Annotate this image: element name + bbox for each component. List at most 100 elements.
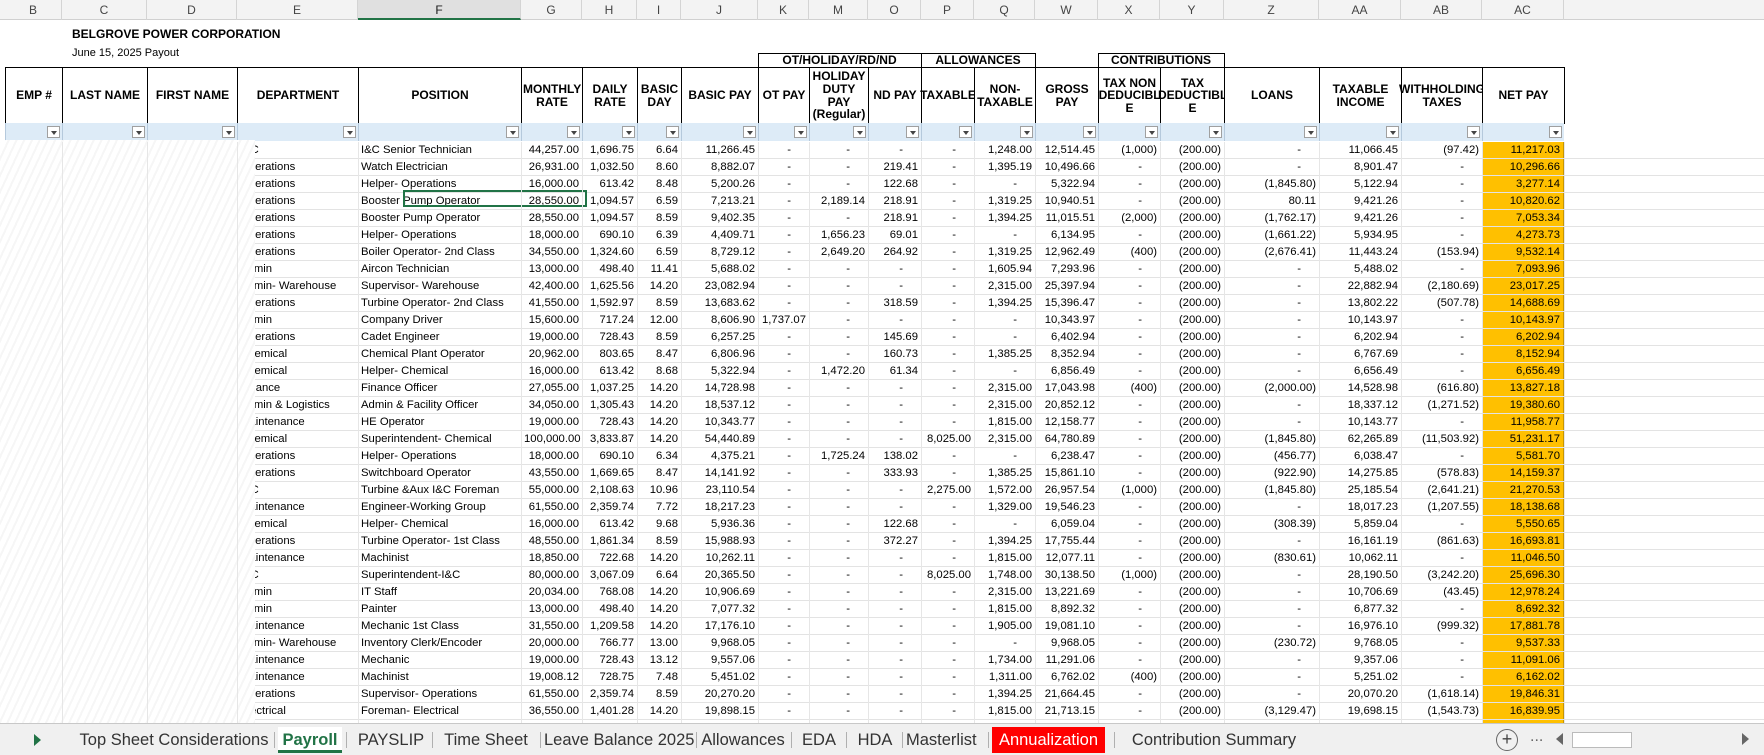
table-cell[interactable]: (308.39) xyxy=(1224,516,1319,532)
table-cell[interactable]: 10.96 xyxy=(637,482,681,498)
table-cell[interactable]: 2,108.63 xyxy=(582,482,637,498)
table-cell[interactable]: - xyxy=(758,550,809,566)
table-cell[interactable]: (400) xyxy=(1098,380,1160,396)
filter-dropdown-icon[interactable] xyxy=(506,126,519,138)
table-cell[interactable]: - xyxy=(1224,533,1319,549)
table-cell[interactable]: 5,581.70 xyxy=(1482,448,1564,464)
table-cell[interactable]: 6,238.47 xyxy=(1035,448,1098,464)
table-cell[interactable]: 9.68 xyxy=(637,516,681,532)
table-cell[interactable]: - xyxy=(809,380,868,396)
table-cell[interactable]: - xyxy=(1224,652,1319,668)
column-letter[interactable]: J xyxy=(681,0,758,20)
table-cell[interactable]: (1,845.80) xyxy=(1224,482,1319,498)
table-cell[interactable]: 80,000.00 xyxy=(521,567,582,583)
table-cell[interactable]: - xyxy=(758,329,809,345)
table-cell[interactable]: (200.00) xyxy=(1160,533,1224,549)
table-cell[interactable]: 6,257.25 xyxy=(681,329,758,345)
table-cell[interactable]: - xyxy=(974,176,1035,192)
table-cell[interactable]: 26,957.54 xyxy=(1035,482,1098,498)
table-cell[interactable]: 1,669.65 xyxy=(582,465,637,481)
table-cell[interactable]: - xyxy=(868,312,921,328)
table-cell[interactable]: 61,550.00 xyxy=(521,499,582,515)
table-cell[interactable]: 28,550.00 xyxy=(521,193,582,209)
table-cell[interactable]: - xyxy=(1098,278,1160,294)
table-cell[interactable]: 14.20 xyxy=(637,601,681,617)
table-cell[interactable]: 1,401.28 xyxy=(582,703,637,719)
table-cell[interactable]: - xyxy=(809,499,868,515)
table-cell[interactable]: (1,845.80) xyxy=(1224,176,1319,192)
table-cell[interactable]: 13,827.18 xyxy=(1482,380,1564,396)
table-cell[interactable]: Turbine &Aux I&C Foreman xyxy=(358,482,521,498)
table-cell[interactable]: (200.00) xyxy=(1160,584,1224,600)
table-cell[interactable]: 7.72 xyxy=(637,499,681,515)
table-cell[interactable]: Helper- Operations xyxy=(358,448,521,464)
table-cell[interactable]: 61,550.00 xyxy=(521,686,582,702)
table-cell[interactable]: 26,931.00 xyxy=(521,159,582,175)
table-cell[interactable]: 5,251.02 xyxy=(1319,669,1401,685)
table-cell[interactable]: Finance Officer xyxy=(358,380,521,396)
table-cell[interactable]: 7.48 xyxy=(637,669,681,685)
table-cell[interactable]: - xyxy=(921,652,974,668)
table-cell[interactable]: - xyxy=(1224,261,1319,277)
table-cell[interactable]: - xyxy=(758,244,809,260)
table-cell[interactable]: 17,043.98 xyxy=(1035,380,1098,396)
table-cell[interactable]: 6,162.02 xyxy=(1482,669,1564,685)
table-cell[interactable]: (2,641.21) xyxy=(1401,482,1482,498)
table-cell[interactable]: 8.47 xyxy=(637,465,681,481)
table-cell[interactable]: 690.10 xyxy=(582,448,637,464)
table-cell[interactable]: 13,221.69 xyxy=(1035,584,1098,600)
table-cell[interactable]: 11,015.51 xyxy=(1035,210,1098,226)
table-cell[interactable]: 4,409.71 xyxy=(681,227,758,243)
table-cell[interactable]: - xyxy=(1098,703,1160,719)
table-cell[interactable]: 19,380.60 xyxy=(1482,397,1564,413)
table-cell[interactable]: 717.24 xyxy=(582,312,637,328)
table-cell[interactable]: - xyxy=(1098,686,1160,702)
table-cell[interactable]: 6.59 xyxy=(637,244,681,260)
filter-dropdown-icon[interactable] xyxy=(622,126,635,138)
table-cell[interactable]: 13,683.62 xyxy=(681,295,758,311)
table-cell[interactable]: Maintenance xyxy=(237,414,358,430)
table-cell[interactable]: 14,141.92 xyxy=(681,465,758,481)
table-cell[interactable]: - xyxy=(921,499,974,515)
table-cell[interactable]: - xyxy=(758,261,809,277)
table-cell[interactable]: - xyxy=(1224,312,1319,328)
table-cell[interactable]: 22,882.94 xyxy=(1319,278,1401,294)
table-cell[interactable]: (97.42) xyxy=(1401,142,1482,158)
table-cell[interactable]: HE Operator xyxy=(358,414,521,430)
filter-dropdown-icon[interactable] xyxy=(1467,126,1480,138)
table-cell[interactable]: 20,000.00 xyxy=(521,635,582,651)
table-cell[interactable]: - xyxy=(921,227,974,243)
table-cell[interactable]: 19,898.15 xyxy=(681,703,758,719)
table-cell[interactable]: - xyxy=(1401,193,1482,209)
table-cell[interactable]: - xyxy=(1224,499,1319,515)
table-cell[interactable]: 7,053.34 xyxy=(1482,210,1564,226)
column-letter[interactable]: X xyxy=(1098,0,1160,20)
table-cell[interactable]: 16,000.00 xyxy=(521,176,582,192)
table-cell[interactable]: 9,402.35 xyxy=(681,210,758,226)
table-cell[interactable]: 20,852.12 xyxy=(1035,397,1098,413)
table-cell[interactable]: (200.00) xyxy=(1160,210,1224,226)
table-cell[interactable]: 803.65 xyxy=(582,346,637,362)
table-cell[interactable]: 2,189.14 xyxy=(809,193,868,209)
table-cell[interactable]: - xyxy=(921,295,974,311)
column-letter[interactable]: O xyxy=(868,0,921,20)
table-cell[interactable]: 23,017.25 xyxy=(1482,278,1564,294)
table-cell[interactable]: 14.20 xyxy=(637,703,681,719)
table-cell[interactable]: - xyxy=(809,669,868,685)
table-cell[interactable]: - xyxy=(758,499,809,515)
table-cell[interactable]: 1,385.25 xyxy=(974,346,1035,362)
table-cell[interactable]: 18,000.00 xyxy=(521,227,582,243)
table-cell[interactable]: 20,034.00 xyxy=(521,584,582,600)
table-cell[interactable]: 16,161.19 xyxy=(1319,533,1401,549)
table-cell[interactable]: 8,892.32 xyxy=(1035,601,1098,617)
table-cell[interactable]: 6.39 xyxy=(637,227,681,243)
table-cell[interactable]: 8.59 xyxy=(637,533,681,549)
table-cell[interactable]: Operations xyxy=(237,193,358,209)
table-cell[interactable]: (200.00) xyxy=(1160,329,1224,345)
table-cell[interactable]: (1,271.52) xyxy=(1401,397,1482,413)
table-cell[interactable]: - xyxy=(921,550,974,566)
table-cell[interactable]: 19,081.10 xyxy=(1035,618,1098,634)
filter-dropdown-icon[interactable] xyxy=(794,126,807,138)
table-cell[interactable]: Turbine Operator- 1st Class xyxy=(358,533,521,549)
table-cell[interactable]: - xyxy=(758,397,809,413)
